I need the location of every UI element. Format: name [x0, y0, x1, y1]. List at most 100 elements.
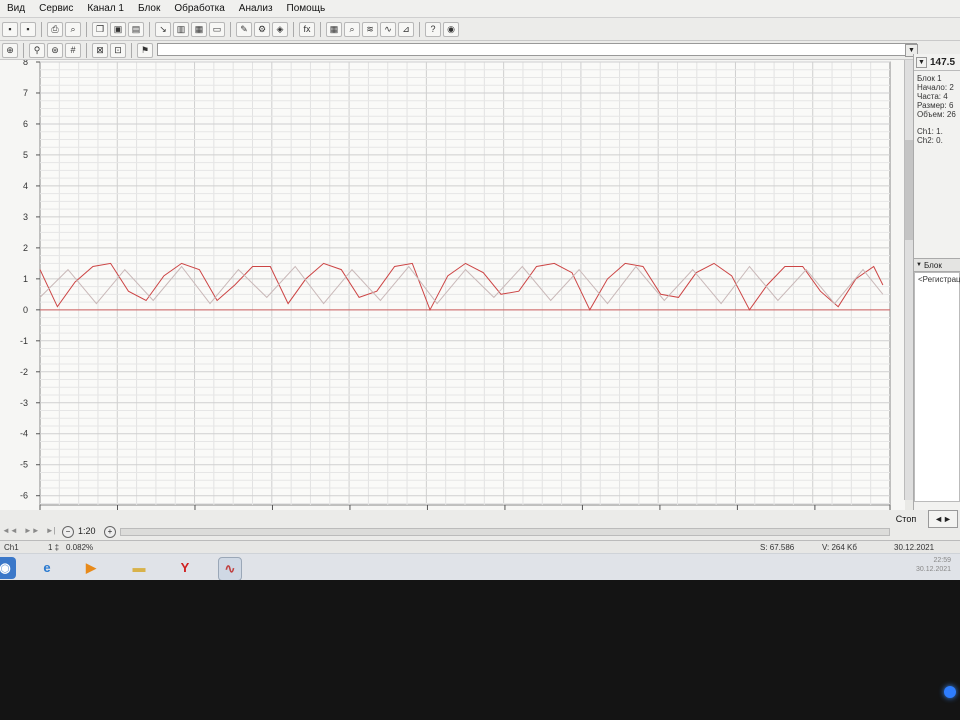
block-list-item[interactable]: <Регистрация> [915, 273, 960, 284]
vertical-scrollbar[interactable] [904, 60, 913, 500]
rewind-icon[interactable]: ◄◄ [2, 526, 18, 535]
status-channel: Ch1 [4, 543, 19, 552]
y-tick-label: 1 [23, 274, 28, 284]
media-player-icon[interactable]: ▶ [80, 557, 102, 579]
import-icon[interactable]: ↘ [155, 21, 171, 37]
info-panel-header: ▼ 147.5 [914, 54, 960, 71]
save-as-icon[interactable]: ▪ [20, 21, 36, 37]
channel-icon[interactable]: ▥ [173, 21, 189, 37]
main-toolbar: ▪ ▪ ⎙ ⌕ ❐ ▣ ▤ ↘ ▥ ▦ ▭ ✎ ⚙ ◈ fx ▦ ⌕ ≋ ∿ ⊿… [0, 18, 960, 41]
block-list: <Регистрация> [914, 272, 960, 502]
menu-bar: Вид Сервис Канал 1 Блок Обработка Анализ… [0, 0, 960, 18]
monitor-icon[interactable]: ▭ [209, 21, 225, 37]
yandex-icon[interactable]: Y [174, 557, 196, 579]
status-percent: 0.082% [66, 543, 94, 552]
toolbar-separator [149, 21, 150, 37]
channel-value: Ch1: 1. [917, 127, 943, 136]
menu-help[interactable]: Помощь [280, 3, 333, 14]
camera-icon[interactable]: ◈ [272, 21, 288, 37]
panel-head-value: 147.5 [930, 56, 956, 68]
fit-x-icon[interactable]: ⊠ [92, 42, 108, 58]
zoom-out-button[interactable]: − [62, 526, 74, 538]
panel-dropdown-icon[interactable]: ▼ [916, 56, 927, 68]
block-dropdown-icon[interactable]: ▼ [916, 262, 922, 268]
zoom-icon[interactable]: ⌕ [344, 21, 360, 37]
help-icon[interactable]: ? [425, 21, 441, 37]
y-tick-label: 6 [23, 119, 28, 129]
edit-icon[interactable]: ✎ [236, 21, 252, 37]
toolbar-separator [293, 21, 294, 37]
tray-date: 30.12.2021 [916, 566, 952, 573]
block-info-line: Часта: 4 [917, 92, 948, 101]
y-tick-label: 3 [23, 212, 28, 222]
copy-icon[interactable]: ❐ [92, 21, 108, 37]
zoom-level: 1:20 [78, 526, 96, 536]
menu-analysis[interactable]: Анализ [232, 3, 280, 14]
block-list-header[interactable]: ▼ Блок [914, 258, 960, 272]
cursor-icon[interactable]: ⊛ [47, 42, 63, 58]
status-index: 1 ‡ [48, 543, 60, 552]
about-icon[interactable]: ◉ [443, 21, 459, 37]
menu-block[interactable]: Блок [131, 3, 167, 14]
print-icon[interactable]: ⎙ [47, 21, 63, 37]
end-icon[interactable]: ►| [46, 526, 56, 535]
toolbar-separator [230, 21, 231, 37]
monitor-power-led [944, 686, 956, 698]
paste-icon[interactable]: ▣ [110, 21, 126, 37]
status-date: 30.12.2021 [894, 543, 935, 552]
y-tick-label: -2 [20, 367, 28, 377]
status-v-value: V: 264 Kб [822, 543, 857, 552]
table-icon[interactable]: ▦ [326, 21, 342, 37]
channel-value: Ch2: 0. [917, 136, 943, 145]
stop-button[interactable]: Стоп [890, 512, 922, 526]
print-preview-icon[interactable]: ⌕ [65, 21, 81, 37]
filter-icon[interactable]: ∿ [380, 21, 396, 37]
probe-icon[interactable]: ⚲ [29, 42, 45, 58]
command-input[interactable] [157, 43, 917, 56]
zoom-in-icon[interactable]: ⊕ [2, 42, 18, 58]
y-tick-label: -1 [20, 336, 28, 346]
formula-icon[interactable]: fx [299, 21, 315, 37]
menu-processing[interactable]: Обработка [167, 3, 231, 14]
y-tick-label: -6 [20, 491, 28, 501]
status-s-value: S: 67.586 [760, 543, 795, 552]
measure-icon[interactable]: ⊿ [398, 21, 414, 37]
zoom-in-button[interactable]: + [104, 526, 116, 538]
y-tick-label: 2 [23, 243, 28, 253]
marker-icon[interactable]: ⚑ [137, 42, 153, 58]
menu-view[interactable]: Вид [0, 3, 32, 14]
fit-y-icon[interactable]: ⊡ [110, 42, 126, 58]
toolbar-separator [86, 42, 87, 58]
menu-service[interactable]: Сервис [32, 3, 80, 14]
vertical-scrollbar-thumb[interactable] [905, 140, 913, 240]
toolbar-separator [131, 42, 132, 58]
horizontal-scrollbar[interactable] [120, 528, 890, 536]
toolbar-separator [86, 21, 87, 37]
navigate-arrows-icon[interactable]: ◄► [928, 510, 958, 528]
save-icon[interactable]: ▪ [2, 21, 18, 37]
folder-icon[interactable]: ▬ [128, 557, 150, 579]
chart-svg: -6-5-4-3-2-1012345678147.467249147.47816… [20, 60, 891, 510]
y-tick-label: 4 [23, 181, 28, 191]
y-tick-label: -4 [20, 429, 28, 439]
start-icon[interactable]: ◉ [0, 557, 16, 579]
grid-icon[interactable]: # [65, 42, 81, 58]
forward-icon[interactable]: ►► [24, 526, 40, 535]
export-icon[interactable]: ▤ [128, 21, 144, 37]
block-info-line: Начало: 2 [917, 83, 954, 92]
tray-clock[interactable]: 22:59 30.12.2021 [916, 556, 951, 574]
y-tick-label: -3 [20, 398, 28, 408]
settings-icon[interactable]: ⚙ [254, 21, 270, 37]
record-icon[interactable]: ▦ [191, 21, 207, 37]
block-info-line: Объем: 26 [917, 110, 956, 119]
oscilloscope-chart[interactable]: -6-5-4-3-2-1012345678147.467249147.47816… [0, 60, 905, 510]
ie-icon[interactable]: e [36, 557, 58, 579]
y-tick-label: 7 [23, 88, 28, 98]
menu-channel[interactable]: Канал 1 [80, 3, 131, 14]
block-info: Блок 1 Начало: 2 Часта: 4 Размер: 6 Объе… [914, 71, 960, 145]
oscilloscope-app-icon[interactable]: ∿ [218, 557, 242, 580]
spectrum-icon[interactable]: ≋ [362, 21, 378, 37]
toolbar-separator [320, 21, 321, 37]
taskbar: ◉ e ▶ ▬ Y ∿ 22:59 30.12.2021 [0, 553, 960, 580]
